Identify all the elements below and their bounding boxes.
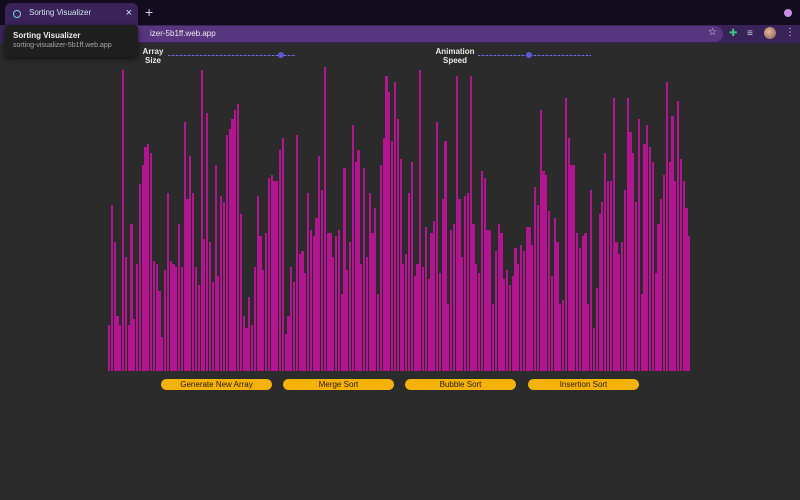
bubble-sort-button[interactable]: Bubble Sort <box>405 379 516 390</box>
array-size-slider[interactable] <box>168 55 296 56</box>
close-tab-icon[interactable]: × <box>126 6 132 20</box>
tab-hover-card: Sorting Visualizer sorting-visualizer-5b… <box>5 25 138 57</box>
insertion-sort-button[interactable]: Insertion Sort <box>528 379 639 390</box>
animation-speed-slider-knob[interactable] <box>525 52 532 58</box>
tab-strip: Sorting Visualizer × + <box>0 0 800 25</box>
tab-title: Sorting Visualizer <box>29 8 92 17</box>
hover-card-title: Sorting Visualizer <box>13 31 81 40</box>
generate-new-array-button[interactable]: Generate New Array <box>161 379 272 390</box>
puzzle-icon[interactable]: ✚ <box>729 28 737 40</box>
hover-card-url: sorting-visualizer-5b1ff.web.app <box>13 42 112 49</box>
tab-search-icon[interactable] <box>784 9 792 17</box>
globe-icon <box>13 10 21 18</box>
array-bars <box>108 64 691 371</box>
array-size-label: Array Size <box>142 47 164 65</box>
url-text: izer-5b1ff.web.app <box>150 29 216 38</box>
animation-speed-label: Animation Speed <box>435 47 475 65</box>
menu-icon[interactable]: ⋮ <box>785 26 795 40</box>
merge-sort-button[interactable]: Merge Sort <box>283 379 394 390</box>
animation-speed-slider[interactable] <box>478 55 591 56</box>
avatar-icon[interactable] <box>764 27 776 39</box>
new-tab-button[interactable]: + <box>145 4 153 20</box>
array-bar <box>688 235 691 371</box>
browser-tab[interactable]: Sorting Visualizer × <box>5 3 138 25</box>
array-size-slider-knob[interactable] <box>277 52 284 58</box>
reading-list-icon[interactable]: ≡ <box>747 28 753 40</box>
bookmark-star-icon[interactable]: ☆ <box>708 27 717 38</box>
